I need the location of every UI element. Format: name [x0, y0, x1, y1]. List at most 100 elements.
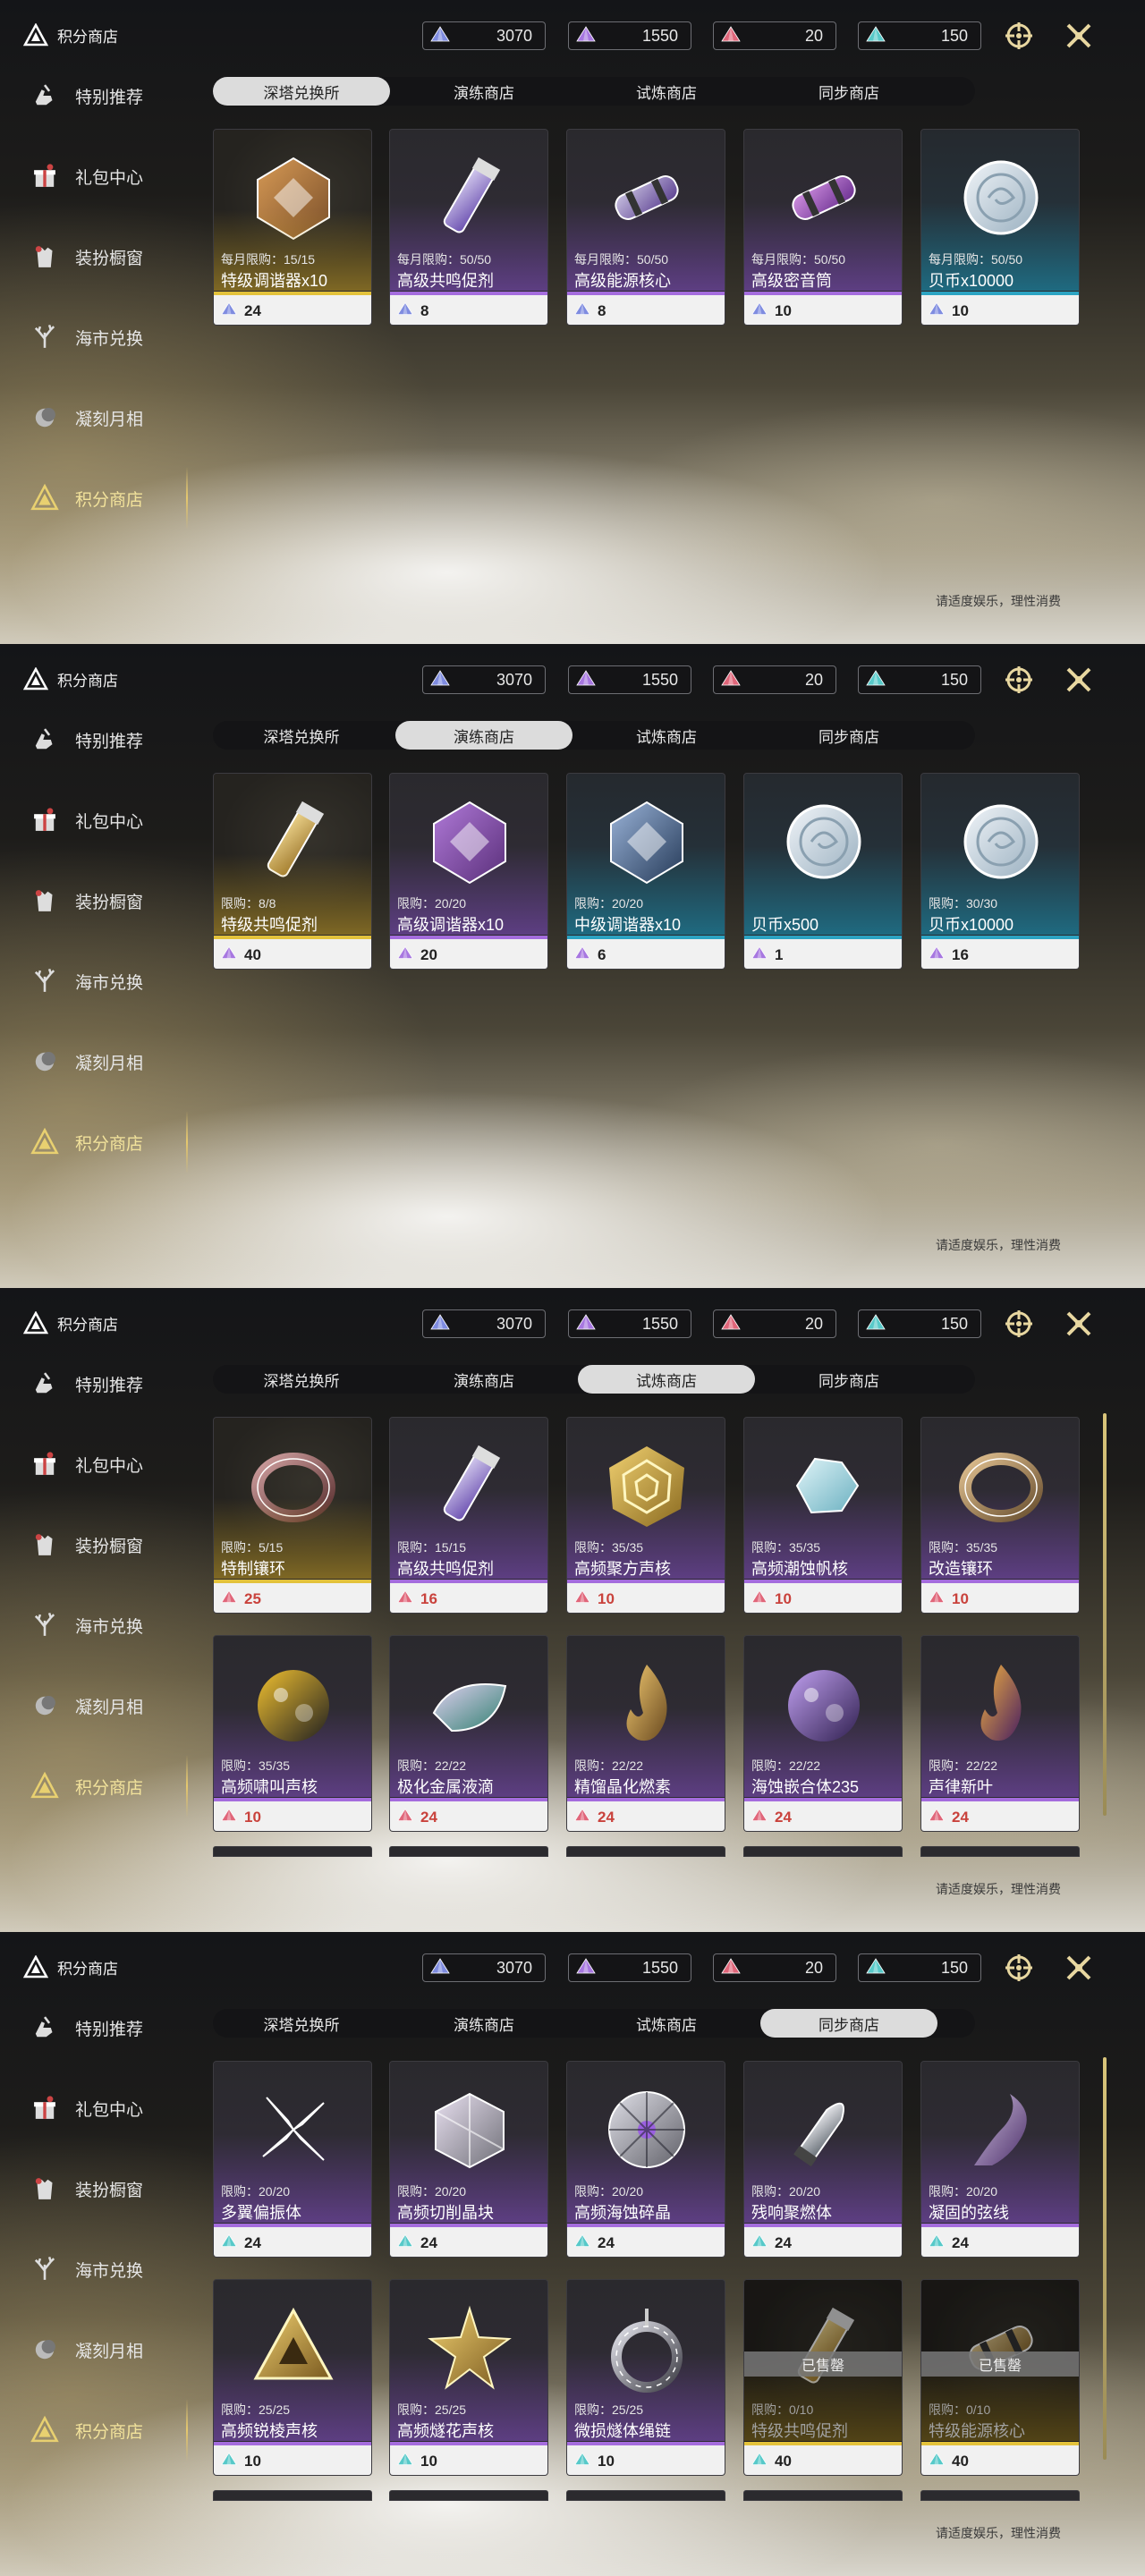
shop-item-card[interactable]: 限购：20/20 凝固的弦线 24: [920, 2061, 1080, 2258]
close-button[interactable]: [1061, 18, 1097, 54]
shop-item-card[interactable]: 限购：35/35 高频啸叫声核 10: [213, 1635, 372, 1832]
shop-item-card[interactable]: 每月限购：50/50 高级能源核心 8: [566, 129, 725, 326]
close-button[interactable]: [1061, 1306, 1097, 1342]
shop-item-card[interactable]: 限购：15/15 高级共鸣促剂 16: [389, 1417, 548, 1614]
shop-item-card[interactable]: 限购：22/22 声律新叶 24: [920, 1635, 1080, 1832]
sidebar-item-4[interactable]: 海市兑换: [0, 957, 188, 1005]
sidebar-item-6[interactable]: 积分商店: [0, 1111, 188, 1174]
shop-item-card[interactable]: 限购：35/35 高频聚方声核 10: [566, 1417, 725, 1614]
sidebar-item-2[interactable]: 礼包中心: [0, 2084, 188, 2132]
shop-item-card[interactable]: 限购：20/20 多翼偏振体 24: [213, 2061, 372, 2258]
tab-2[interactable]: 演练商店: [395, 2009, 572, 2038]
shop-item-card[interactable]: 限购：20/20 高频切削晶块 24: [389, 2061, 548, 2258]
currency-1[interactable]: 3070: [422, 21, 546, 50]
shop-item-card[interactable]: 限购：35/35 改造镶环 10: [920, 1417, 1080, 1614]
target-button[interactable]: [1001, 18, 1037, 54]
tab-3[interactable]: 试炼商店: [578, 2009, 755, 2038]
tab-4[interactable]: 同步商店: [760, 77, 937, 106]
close-button[interactable]: [1061, 1950, 1097, 1986]
shop-item-card[interactable]: 限购：25/25 微损燧体绳链 10: [566, 2279, 725, 2476]
sidebar-item-3[interactable]: 装扮橱窗: [0, 233, 188, 281]
sidebar-item-3[interactable]: 装扮橱窗: [0, 877, 188, 925]
shop-item-card[interactable]: 限购：20/20 中级调谐器x10 6: [566, 773, 725, 970]
tab-1[interactable]: 深塔兑换所: [213, 721, 390, 750]
shop-item-card[interactable]: 已售罄 限购：0/10 特级能源核心 40: [920, 2279, 1080, 2476]
sidebar-item-6[interactable]: 积分商店: [0, 2399, 188, 2462]
shop-item-card[interactable]: 限购：22/22 极化金属液滴 24: [389, 1635, 548, 1832]
sidebar-item-3[interactable]: 装扮橱窗: [0, 1521, 188, 1569]
shop-item-card[interactable]: 限购：35/35 高频潮蚀帆核 10: [743, 1417, 903, 1614]
sidebar-item-6[interactable]: 积分商店: [0, 1755, 188, 1818]
item-limit: 限购：20/20: [397, 896, 467, 911]
sidebar-item-1[interactable]: 特别推荐: [0, 2004, 188, 2052]
tab-3[interactable]: 试炼商店: [578, 1365, 755, 1394]
currency-2[interactable]: 1550: [568, 1953, 691, 1982]
sidebar-item-2[interactable]: 礼包中心: [0, 796, 188, 844]
currency-3[interactable]: 20: [713, 1309, 836, 1338]
sidebar-item-2[interactable]: 礼包中心: [0, 1440, 188, 1488]
sidebar-item-1[interactable]: 特别推荐: [0, 716, 188, 764]
currency-4[interactable]: 150: [858, 665, 981, 694]
shop-panel-3: 积分商店 3070 1550 20 150 特别推荐 礼包中心 装扮橱窗 海市兑…: [0, 1288, 1145, 1932]
sidebar-item-4[interactable]: 海市兑换: [0, 313, 188, 361]
sidebar-item-4[interactable]: 海市兑换: [0, 2245, 188, 2293]
tab-4[interactable]: 同步商店: [760, 721, 937, 750]
shop-item-card[interactable]: 已售罄 限购：0/10 特级共鸣促剂 40: [743, 2279, 903, 2476]
shop-item-card[interactable]: 限购：20/20 高级调谐器x10 20: [389, 773, 548, 970]
shop-item-card[interactable]: 限购：30/30 贝币x10000 16: [920, 773, 1080, 970]
currency-2[interactable]: 1550: [568, 21, 691, 50]
currency-4[interactable]: 150: [858, 1309, 981, 1338]
tab-4[interactable]: 同步商店: [760, 1365, 937, 1394]
scrollbar[interactable]: [1103, 2057, 1107, 2460]
shop-item-card[interactable]: 限购：5/15 特制镶环 25: [213, 1417, 372, 1614]
currency-2[interactable]: 1550: [568, 665, 691, 694]
sidebar-item-1[interactable]: 特别推荐: [0, 72, 188, 120]
sidebar-item-2[interactable]: 礼包中心: [0, 152, 188, 200]
sidebar-item-5[interactable]: 凝刻月相: [0, 394, 188, 442]
shop-item-card[interactable]: 限购：8/8 特级共鸣促剂 40: [213, 773, 372, 970]
sidebar-item-5[interactable]: 凝刻月相: [0, 2326, 188, 2374]
currency-gem-icon: [751, 301, 768, 320]
shop-item-card[interactable]: 限购：20/20 残响聚燃体 24: [743, 2061, 903, 2258]
shop-item-card[interactable]: 每月限购：50/50 高级共鸣促剂 8: [389, 129, 548, 326]
sidebar-item-4[interactable]: 海市兑换: [0, 1601, 188, 1649]
currency-1[interactable]: 3070: [422, 1953, 546, 1982]
shop-item-card[interactable]: 每月限购：15/15 特级调谐器x10 24: [213, 129, 372, 326]
currency-1[interactable]: 3070: [422, 665, 546, 694]
currency-1[interactable]: 3070: [422, 1309, 546, 1338]
sidebar-item-6[interactable]: 积分商店: [0, 467, 188, 530]
close-button[interactable]: [1061, 662, 1097, 698]
tab-1[interactable]: 深塔兑换所: [213, 77, 390, 106]
target-button[interactable]: [1001, 1950, 1037, 1986]
tab-1[interactable]: 深塔兑换所: [213, 2009, 390, 2038]
tab-2[interactable]: 演练商店: [395, 77, 572, 106]
currency-3[interactable]: 20: [713, 1953, 836, 1982]
shop-item-card[interactable]: 限购：25/25 高频燧花声核 10: [389, 2279, 548, 2476]
currency-2[interactable]: 1550: [568, 1309, 691, 1338]
tab-3[interactable]: 试炼商店: [578, 721, 755, 750]
currency-4[interactable]: 150: [858, 1953, 981, 1982]
shop-item-card[interactable]: 限购：22/22 精馏晶化燃素 24: [566, 1635, 725, 1832]
item-limit: 限购：22/22: [929, 1758, 998, 1773]
shop-item-card[interactable]: 贝币x500 1: [743, 773, 903, 970]
shop-item-card[interactable]: 每月限购：50/50 高级密音筒 10: [743, 129, 903, 326]
scrollbar[interactable]: [1103, 1413, 1107, 1816]
sidebar-item-5[interactable]: 凝刻月相: [0, 1682, 188, 1730]
shop-item-card[interactable]: 限购：22/22 海蚀嵌合体235 24: [743, 1635, 903, 1832]
shop-item-card[interactable]: 限购：20/20 高频海蚀碎晶 24: [566, 2061, 725, 2258]
currency-3[interactable]: 20: [713, 21, 836, 50]
currency-4[interactable]: 150: [858, 21, 981, 50]
tab-2[interactable]: 演练商店: [395, 1365, 572, 1394]
tab-2[interactable]: 演练商店: [395, 721, 572, 750]
target-button[interactable]: [1001, 1306, 1037, 1342]
tab-3[interactable]: 试炼商店: [578, 77, 755, 106]
sidebar-item-1[interactable]: 特别推荐: [0, 1360, 188, 1408]
shop-item-card[interactable]: 限购：25/25 高频锐棱声核 10: [213, 2279, 372, 2476]
currency-3[interactable]: 20: [713, 665, 836, 694]
tab-1[interactable]: 深塔兑换所: [213, 1365, 390, 1394]
target-button[interactable]: [1001, 662, 1037, 698]
tab-4[interactable]: 同步商店: [760, 2009, 937, 2038]
sidebar-item-5[interactable]: 凝刻月相: [0, 1038, 188, 1086]
sidebar-item-3[interactable]: 装扮橱窗: [0, 2165, 188, 2213]
shop-item-card[interactable]: 每月限购：50/50 贝币x10000 10: [920, 129, 1080, 326]
